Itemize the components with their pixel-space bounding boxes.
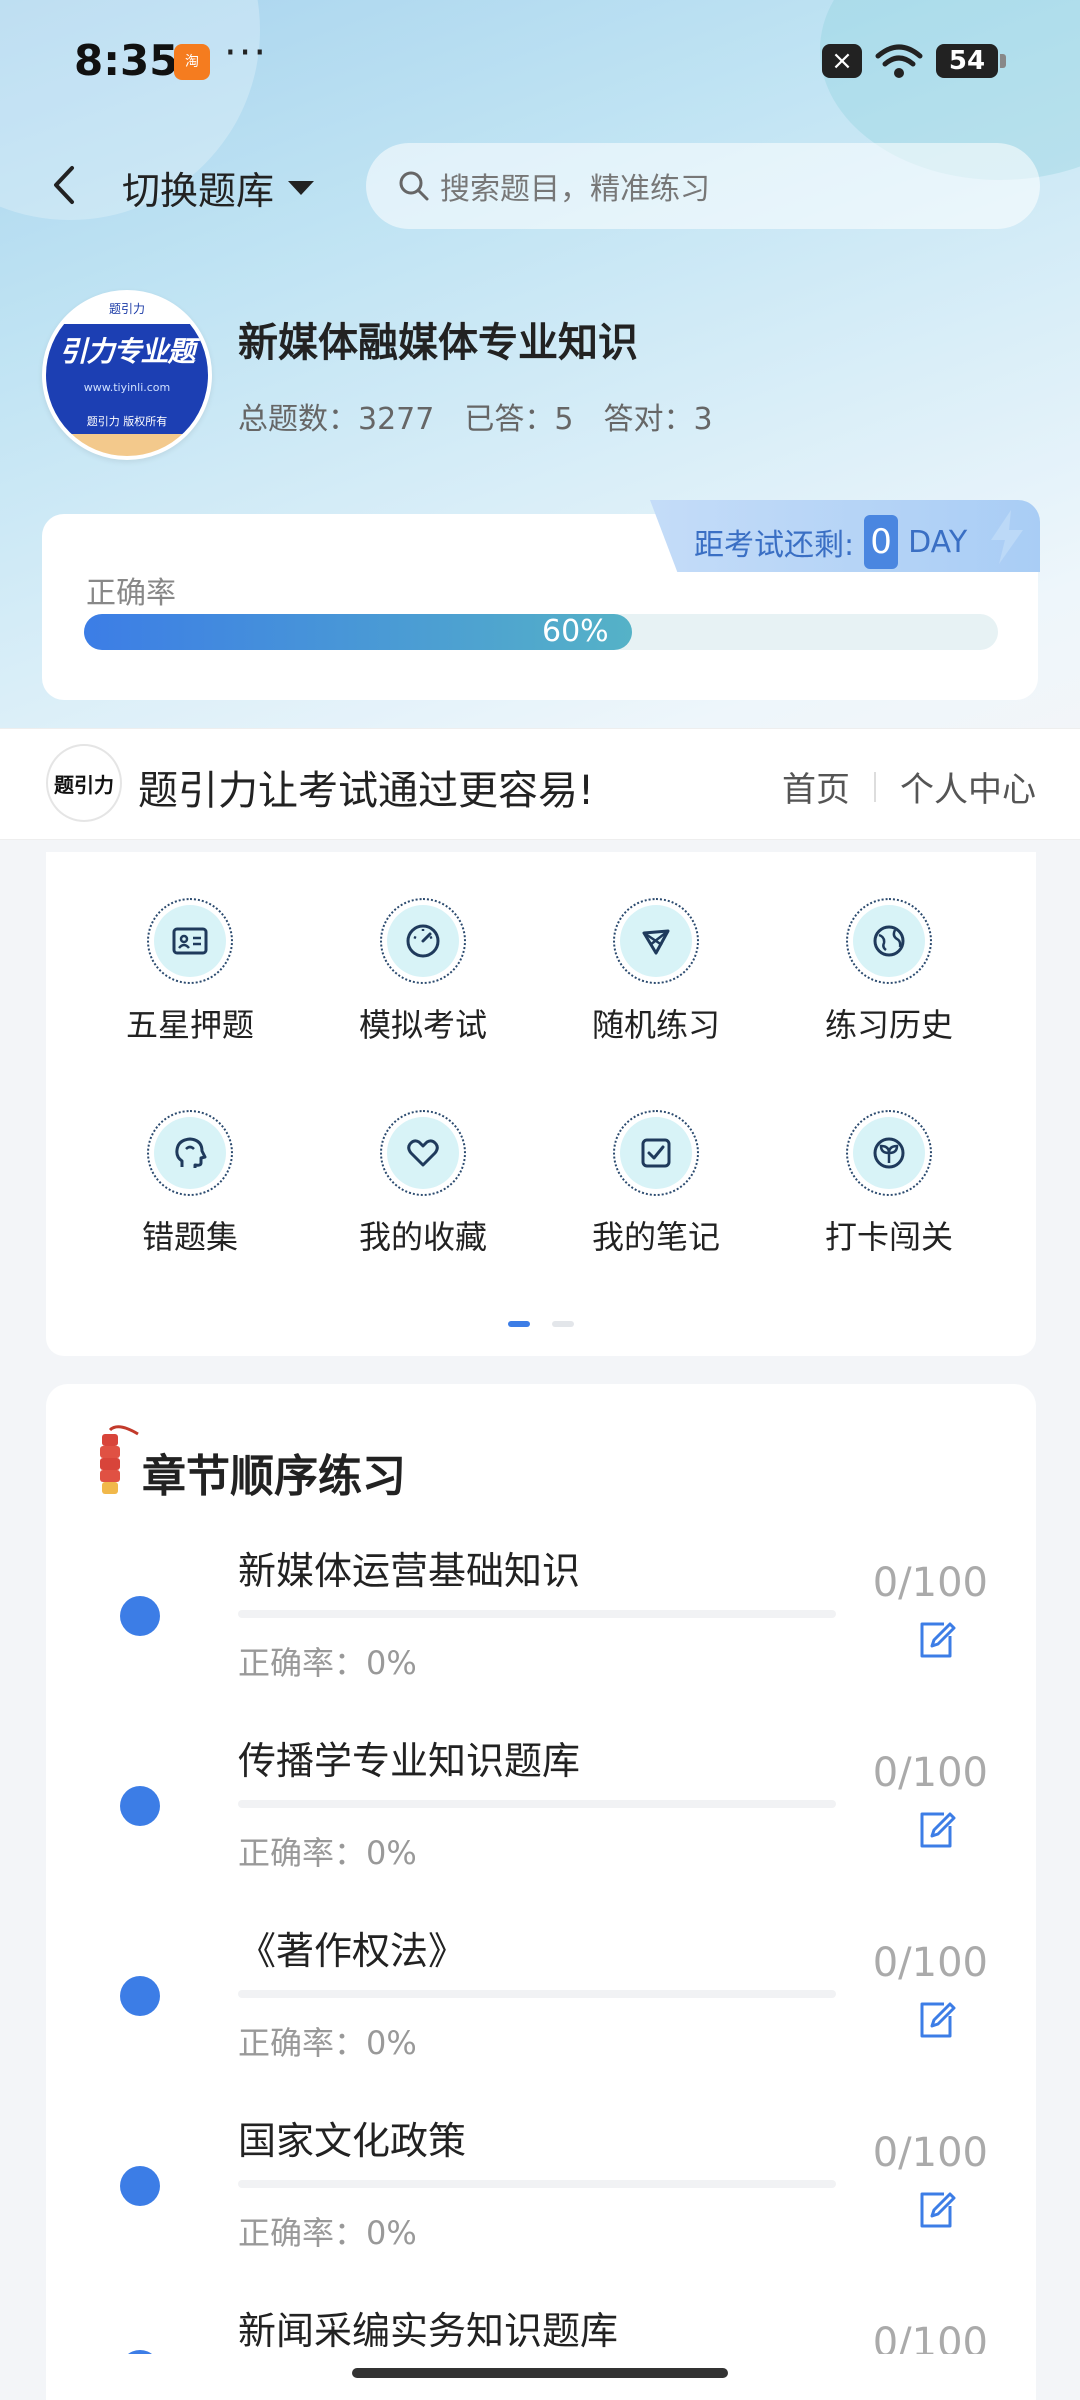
heart-icon: [407, 1139, 439, 1167]
battery-icon: 54: [936, 44, 1006, 78]
function-label: 五星押题: [125, 1006, 254, 1044]
chapter-progress-track: [238, 2180, 836, 2188]
switch-bank-dropdown[interactable]: 切换题库: [122, 160, 315, 215]
brand-logo: 题引力: [46, 744, 122, 822]
function-grid: 五星押题 模拟考试 随机练习 练习历史 错题集 我的收藏 我的笔记 打卡闯关: [46, 852, 1036, 1356]
search-icon: [399, 171, 429, 201]
chapter-name: 传播学专业知识题库: [238, 1739, 581, 1783]
chapter-row[interactable]: 国家文化政策 正确率：0% 0/100: [0, 2110, 1080, 2300]
chapter-count: 0/100: [872, 1750, 988, 1796]
profile-link[interactable]: 个人中心: [900, 762, 1036, 811]
bank-logo: 题引力 引力专业题 www.tiyinli.com 题引力 版权所有: [42, 290, 212, 460]
function-label: 我的笔记: [591, 1218, 720, 1256]
pager-dot: [552, 1321, 574, 1327]
edit-icon[interactable]: [914, 1618, 958, 1662]
brand-links: 首页 个人中心: [782, 762, 1036, 811]
function-five-star[interactable]: 五星押题: [100, 898, 280, 1046]
function-label: 模拟考试: [358, 1006, 487, 1044]
chapter-row[interactable]: 新闻采编实务知识题库 0/100: [0, 2300, 1080, 2354]
accuracy-label: 正确率: [86, 576, 176, 611]
wifi-icon: [875, 44, 923, 78]
id-card-icon: [172, 927, 208, 955]
chapter-dot: [120, 2350, 160, 2354]
countdown-days: 0: [864, 515, 899, 569]
globe-icon: [873, 925, 905, 957]
search-placeholder: 搜索题目，精准练习: [440, 172, 710, 207]
chapter-row[interactable]: 《著作权法》 正确率：0% 0/100: [0, 1920, 1080, 2110]
switch-bank-label: 切换题库: [122, 169, 275, 213]
function-label: 打卡闯关: [824, 1218, 953, 1256]
pager-dot-active: [508, 1321, 530, 1327]
chapter-accuracy: 正确率：0%: [238, 1834, 417, 1872]
chapter-progress-track: [238, 1990, 836, 1998]
bank-title: 新媒体融媒体专业知识: [238, 320, 638, 366]
function-label: 错题集: [141, 1218, 238, 1256]
countdown-unit: DAY: [908, 524, 968, 560]
speedometer-icon: [406, 924, 440, 958]
chapter-row[interactable]: 新媒体运营基础知识 正确率：0% 0/100: [0, 1540, 1080, 1730]
chapter-name: 新闻采编实务知识题库: [238, 2309, 619, 2353]
exam-countdown: 距考试还剩: 0 DAY: [694, 515, 967, 569]
more-dots: ···: [224, 30, 269, 76]
function-label: 随机练习: [591, 1006, 720, 1044]
correct-count: 答对：3: [603, 402, 713, 437]
search-input[interactable]: 搜索题目，精准练习: [366, 143, 1040, 229]
total-count: 总题数：3277: [238, 402, 435, 437]
chapter-accuracy: 正确率：0%: [238, 1644, 417, 1682]
function-random-practice[interactable]: 随机练习: [566, 898, 746, 1046]
chapter-name: 国家文化政策: [238, 2119, 467, 2163]
edit-icon[interactable]: [914, 2188, 958, 2232]
firecracker-icon: [100, 1425, 139, 1494]
status-bar: 8:35 淘 ··· × 54: [0, 0, 1080, 126]
accuracy-percent: 60%: [542, 614, 609, 649]
home-indicator[interactable]: [352, 2368, 728, 2378]
brand-slogan: 题引力让考试通过更容易!: [138, 768, 595, 814]
caret-down-icon: [288, 180, 315, 195]
chapter-count: 0/100: [872, 2130, 988, 2176]
chapter-progress-track: [238, 1800, 836, 1808]
function-mock-exam[interactable]: 模拟考试: [333, 898, 513, 1046]
chapter-dot: [120, 1786, 160, 1826]
chapter-dot: [120, 2166, 160, 2206]
chapter-count: 0/100: [872, 1560, 988, 1606]
no-sim-icon: ×: [822, 44, 862, 78]
edit-icon[interactable]: [914, 1808, 958, 1852]
chapter-name: 新媒体运营基础知识: [238, 1549, 581, 1593]
lightning-icon: [991, 510, 1023, 564]
checkbox-icon: [641, 1138, 671, 1168]
chapter-row[interactable]: 传播学专业知识题库 正确率：0% 0/100: [0, 1730, 1080, 1920]
home-link[interactable]: 首页: [782, 762, 850, 811]
shuffle-icon: [642, 929, 670, 955]
function-label: 我的收藏: [358, 1218, 487, 1256]
edit-icon[interactable]: [914, 1998, 958, 2042]
function-history[interactable]: 练习历史: [799, 898, 979, 1046]
function-notes[interactable]: 我的笔记: [566, 1110, 746, 1258]
function-favorites[interactable]: 我的收藏: [333, 1110, 513, 1258]
chapter-name: 《著作权法》: [238, 1929, 467, 1973]
divider: [874, 771, 876, 802]
head-icon: [175, 1137, 207, 1168]
chapter-dot: [120, 1976, 160, 2016]
chapter-progress-track: [238, 1610, 836, 1618]
countdown-label: 距考试还剩:: [694, 528, 855, 563]
answered-count: 已答：5: [464, 402, 574, 437]
taobao-icon: 淘: [174, 44, 210, 80]
chevron-left-icon[interactable]: [44, 160, 84, 210]
function-wrong-set[interactable]: 错题集: [100, 1110, 280, 1258]
chapter-accuracy: 正确率：0%: [238, 2024, 417, 2062]
function-checkin[interactable]: 打卡闯关: [799, 1110, 979, 1258]
bank-stats: 总题数：3277 已答：5 答对：3: [238, 394, 713, 438]
sprout-icon: [873, 1137, 905, 1169]
status-time: 8:35: [74, 36, 179, 85]
function-label: 练习历史: [824, 1006, 953, 1044]
chapter-count: 0/100: [872, 2320, 988, 2354]
chapter-dot: [120, 1596, 160, 1636]
chapter-accuracy: 正确率：0%: [238, 2214, 417, 2252]
chapter-section-title: 章节顺序练习: [142, 1451, 406, 1502]
chapter-count: 0/100: [872, 1940, 988, 1986]
